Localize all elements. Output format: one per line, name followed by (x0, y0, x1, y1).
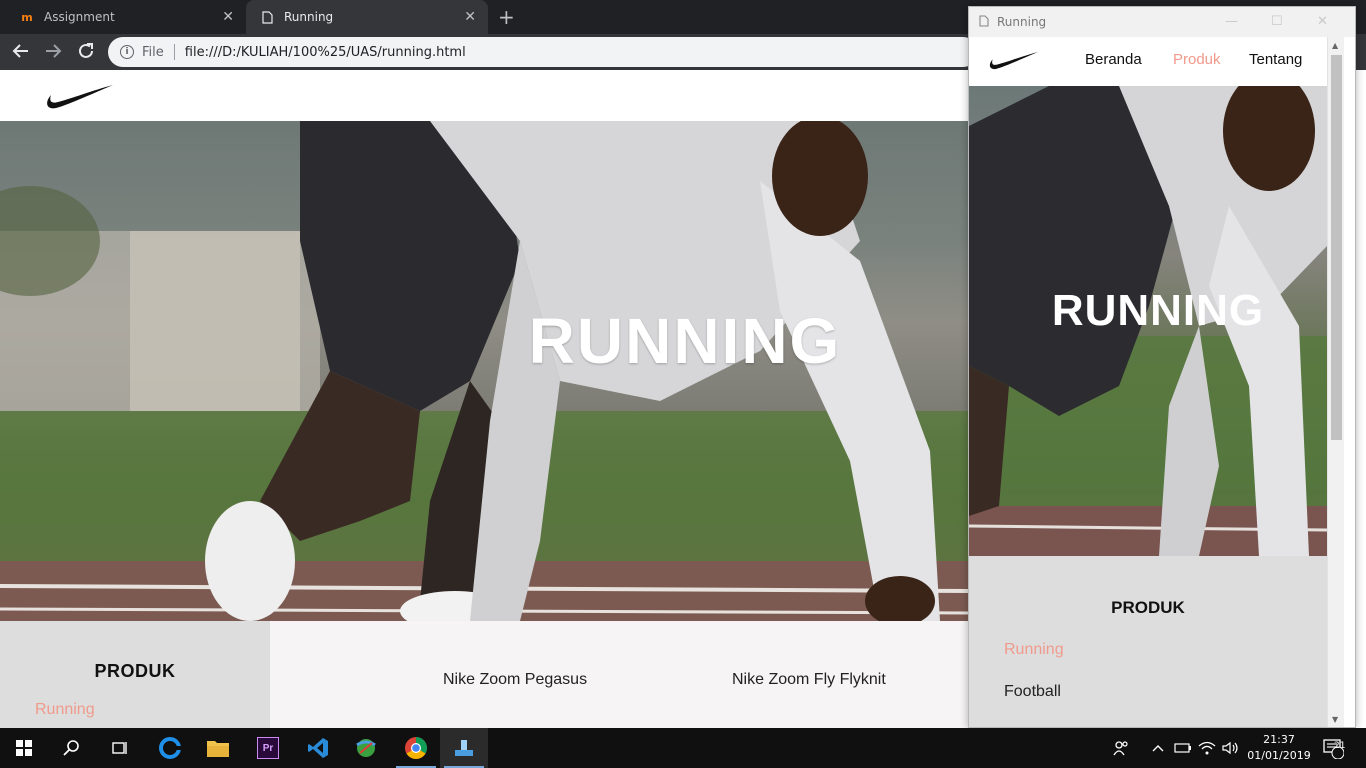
notification-badge: 21 (1334, 741, 1346, 751)
product-sidebar: PRODUK Running (0, 621, 270, 728)
nav-tentang[interactable]: Tentang (1249, 51, 1302, 68)
popup-hero-title: RUNNING (1051, 286, 1265, 335)
product-nike-zoom-pegasus[interactable]: Nike Zoom Pegasus (443, 671, 587, 689)
moodle-icon: m (21, 10, 33, 24)
popup-window: Running — ☐ ✕ Beranda Produk Tentang RUN… (968, 6, 1356, 728)
scroll-up-icon[interactable]: ▲ (1332, 41, 1338, 50)
hero-title: RUNNING (528, 305, 842, 377)
page-icon (260, 10, 274, 24)
tab-title: Assignment (44, 10, 115, 24)
nike-logo-icon[interactable] (46, 83, 114, 109)
back-arrow-icon[interactable] (12, 42, 30, 65)
popup-titlebar[interactable]: Running — ☐ ✕ (969, 7, 1355, 37)
reload-icon[interactable] (77, 42, 95, 65)
search-icon[interactable] (48, 728, 96, 768)
forward-arrow-icon[interactable] (44, 42, 62, 65)
tab-assignment[interactable]: m Assignment ✕ (0, 0, 246, 34)
people-icon[interactable] (1112, 728, 1130, 768)
close-icon[interactable]: ✕ (1317, 14, 1328, 29)
scroll-down-icon[interactable]: ▼ (1332, 715, 1338, 724)
network-globe-icon[interactable] (342, 728, 390, 768)
url-text[interactable]: file:///D:/KULIAH/100%25/UAS/running.htm… (185, 45, 466, 60)
popup-navbar: Beranda Produk Tentang (969, 37, 1327, 86)
divider (173, 44, 175, 60)
new-tab-button[interactable]: + (498, 5, 515, 29)
wifi-icon[interactable] (1198, 728, 1216, 768)
maximize-icon[interactable]: ☐ (1271, 14, 1283, 29)
site-navbar (0, 70, 970, 121)
sidebar-item-football[interactable]: Football (1004, 683, 1061, 701)
address-bar[interactable]: i File file:///D:/KULIAH/100%25/UAS/runn… (108, 37, 978, 67)
vscode-icon[interactable] (294, 728, 342, 768)
sidebar-heading: PRODUK (94, 661, 176, 681)
action-center-icon[interactable]: 21 (1322, 728, 1346, 768)
close-icon[interactable]: ✕ (222, 9, 234, 25)
chevron-up-icon[interactable] (1152, 728, 1164, 768)
tab-running[interactable]: Running ✕ (246, 0, 488, 34)
web-page: RUNNING PRODUK Running Nike Zoom Pegasus… (0, 70, 970, 728)
popup-title: Running (997, 15, 1047, 29)
nav-produk[interactable]: Produk (1173, 51, 1221, 68)
sidebar-item-running[interactable]: Running (1004, 641, 1064, 659)
popup-page: Beranda Produk Tentang RUNNING PRODUK Ru… (969, 37, 1327, 727)
close-icon[interactable]: ✕ (464, 9, 476, 25)
popup-hero-banner: RUNNING (969, 86, 1327, 556)
taskbar: Pr 21:37 01/01/2019 21 (0, 728, 1366, 768)
product-nike-zoom-fly-flyknit[interactable]: Nike Zoom Fly Flyknit (732, 671, 886, 689)
nav-beranda[interactable]: Beranda (1085, 51, 1142, 68)
task-view-icon[interactable] (96, 728, 144, 768)
chrome-icon[interactable] (392, 728, 440, 768)
vertical-scrollbar[interactable]: ▲ ▼ (1327, 37, 1344, 727)
scrollbar-thumb[interactable] (1331, 55, 1342, 440)
app-window-icon[interactable] (440, 728, 488, 768)
hero-banner: RUNNING (0, 121, 970, 621)
volume-icon[interactable] (1222, 728, 1240, 768)
system-clock[interactable]: 21:37 01/01/2019 (1244, 732, 1314, 764)
product-list: Nike Zoom Pegasus Nike Zoom Fly Flyknit (270, 621, 970, 728)
clock-time: 21:37 (1263, 733, 1295, 746)
file-explorer-icon[interactable] (194, 728, 242, 768)
nike-logo-icon[interactable] (989, 49, 1039, 71)
premiere-pro-icon[interactable]: Pr (244, 728, 292, 768)
popup-product-sidebar: PRODUK Running Football (969, 556, 1327, 727)
info-icon[interactable]: i (120, 45, 134, 59)
sidebar-heading: PRODUK (1111, 598, 1185, 617)
sidebar-item-running[interactable]: Running (35, 701, 95, 719)
minimize-icon[interactable]: — (1225, 14, 1238, 29)
tab-title: Running (284, 10, 334, 24)
scheme-label: File (142, 44, 164, 60)
windows-start-icon[interactable] (0, 728, 48, 768)
page-icon (979, 14, 989, 30)
clock-date: 01/01/2019 (1247, 749, 1311, 762)
edge-browser-icon[interactable] (146, 728, 194, 768)
battery-icon[interactable] (1174, 728, 1192, 768)
